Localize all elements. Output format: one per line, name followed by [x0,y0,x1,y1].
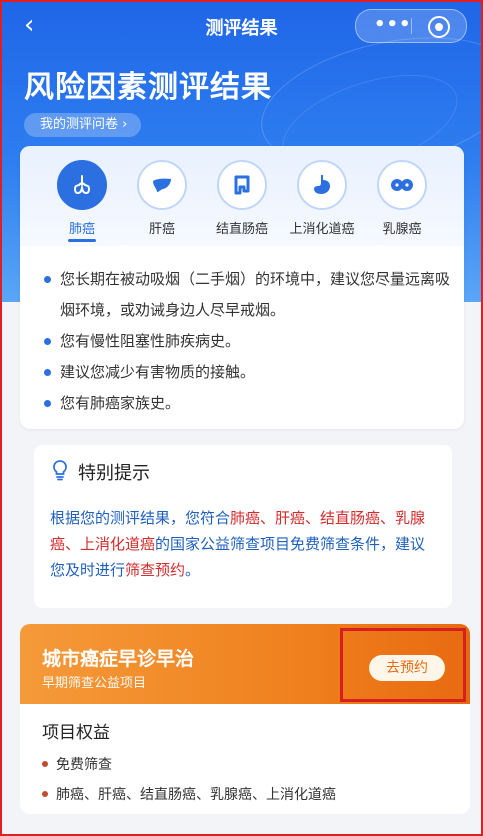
close-target-icon[interactable] [428,16,450,38]
program-title: 城市癌症早诊早治 [42,648,195,670]
tab-label: 上消化道癌 [289,222,355,237]
intestine-icon [217,160,267,210]
screening-booking-highlight: 筛查预约 [125,561,186,579]
miniprogram-capsule: ••• [355,9,467,43]
breast-icon [377,160,427,210]
tips-title: 特别提示 [78,463,150,484]
tab-label: 肝癌 [148,222,175,237]
advice-item: 您长期在被动吸烟（二手烟）的环境中，建议您尽量远离吸烟环境，或劝诫身边人尽早戒烟… [42,264,452,326]
advice-item: 您有慢性阻塞性肺疾病史。 [42,326,452,357]
advice-item: 您有肺癌家族史。 [42,388,452,419]
my-questionnaire-button[interactable]: 我的测评问卷 › [24,113,142,137]
screen: ‹ 测评结果 ••• 风险因素测评结果 我的测评问卷 › 肺癌 肝癌 结直肠癌 … [0,0,483,836]
benefit-item: 肺癌、肝癌、结直肠癌、乳腺癌、上消化道癌 [42,784,336,804]
benefits-title: 项目权益 [42,723,110,743]
advice-item: 建议您减少有害物质的接触。 [42,357,452,388]
special-tips-card: 特别提示 根据您的测评结果，您符合肺癌、肝癌、结直肠癌、乳腺癌、上消化道癌的国家… [34,445,452,608]
advice-list: 您长期在被动吸烟（二手烟）的环境中，建议您尽量远离吸烟环境，或劝诫身边人尽早戒烟… [42,264,452,419]
highlight-box: 去预约 [340,628,466,702]
cancer-tabs: 肺癌 肝癌 结直肠癌 上消化道癌 乳腺癌 [20,146,464,246]
screening-program-card: 城市癌症早诊早治 早期筛查公益项目 去预约 项目权益 免费筛查 肺癌、肝癌、结直… [20,624,470,814]
tips-text-part: 根据您的测评结果，您符合 [50,509,231,527]
tab-breast-cancer[interactable]: 乳腺癌 [362,160,442,237]
tab-lung-cancer[interactable]: 肺癌 [42,160,122,237]
book-appointment-button[interactable]: 去预约 [369,655,445,681]
risk-result-card: 肺癌 肝癌 结直肠癌 上消化道癌 乳腺癌 您长期在被动吸烟（二手烟）的环境中，建… [20,146,464,429]
program-banner: 城市癌症早诊早治 早期筛查公益项目 去预约 [20,624,470,704]
lung-icon [57,160,107,210]
lightbulb-icon [53,460,67,481]
stomach-icon [297,160,347,210]
active-tab-indicator [68,239,96,242]
navigation-bar: ‹ 测评结果 ••• [2,2,481,48]
program-subtitle: 早期筛查公益项目 [42,676,147,691]
page-title: 风险因素测评结果 [24,70,272,105]
tab-liver-cancer[interactable]: 肝癌 [122,160,202,237]
capsule-divider [411,18,412,34]
liver-icon [137,160,187,210]
tab-label: 结直肠癌 [215,222,268,237]
tab-label: 乳腺癌 [382,222,422,237]
tips-text: 根据您的测评结果，您符合肺癌、肝癌、结直肠癌、乳腺癌、上消化道癌的国家公益筛查项… [50,505,436,583]
tab-colorectal-cancer[interactable]: 结直肠癌 [202,160,282,237]
tips-text-part: 。 [185,561,201,579]
more-icon[interactable]: ••• [374,16,412,34]
tab-upper-gi-cancer[interactable]: 上消化道癌 [282,160,362,237]
benefit-item: 免费筛查 [42,754,112,774]
tab-label: 肺癌 [68,222,95,237]
